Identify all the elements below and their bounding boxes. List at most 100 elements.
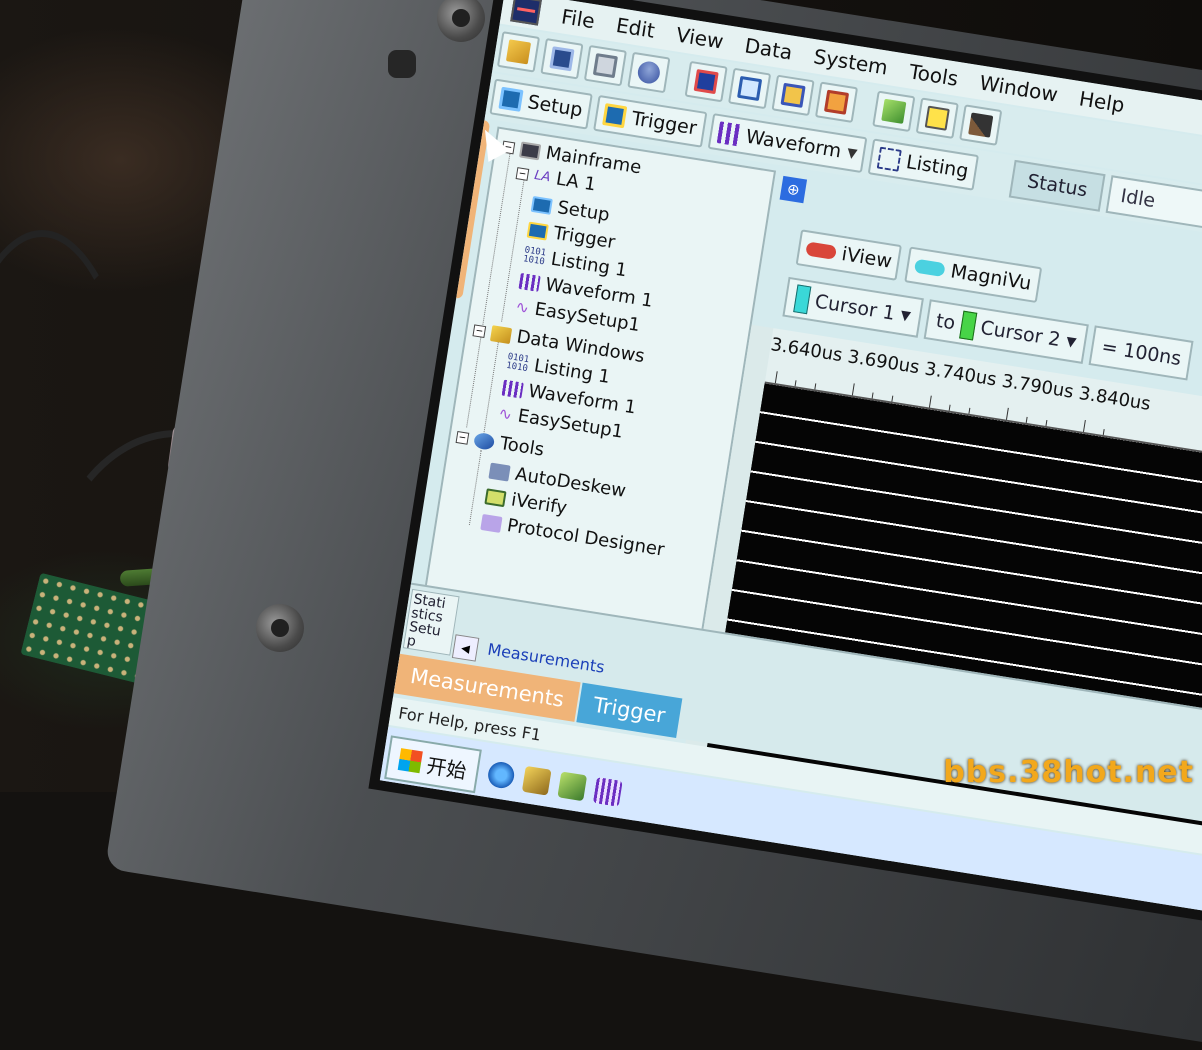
tree-label: Setup — [555, 197, 612, 226]
menu-file[interactable]: File — [560, 4, 597, 33]
setup-button-label: Setup — [526, 91, 585, 122]
magnivu-button[interactable]: MagniVu — [904, 246, 1042, 303]
menu-view[interactable]: View — [674, 23, 725, 54]
tools-icon — [473, 431, 496, 451]
iview-button[interactable]: iView — [795, 229, 903, 281]
iverify-icon — [484, 487, 507, 507]
new-window-icon — [737, 75, 763, 102]
collapse-icon[interactable]: − — [515, 166, 530, 181]
iview-icon — [805, 241, 838, 260]
tree-label: LA 1 — [554, 168, 598, 196]
tree-label: Protocol Designer — [505, 515, 666, 561]
easysetup-icon: ∿ — [497, 403, 514, 425]
run-button[interactable] — [872, 90, 916, 133]
menu-window[interactable]: Window — [978, 71, 1060, 107]
waveform-icon — [716, 121, 742, 147]
printer-icon — [592, 53, 618, 79]
waveform-button-label: Waveform — [744, 125, 843, 163]
chevron-down-icon[interactable]: ▼ — [846, 145, 858, 161]
chevron-down-icon: ▼ — [899, 307, 912, 324]
trigger-button-label: Trigger — [630, 107, 699, 140]
la-module-icon: LA — [533, 167, 552, 186]
tree-item-tools[interactable]: − Tools — [455, 426, 546, 461]
question-mark-icon — [924, 105, 950, 131]
screw-icon — [256, 604, 304, 652]
scroll-left-icon[interactable]: ◀ — [451, 634, 480, 662]
app-icon[interactable] — [510, 0, 542, 26]
overview-button[interactable] — [684, 60, 728, 103]
setup-icon — [498, 86, 524, 112]
bezel-hole — [388, 50, 416, 78]
listing-icon: 0101 1010 — [522, 244, 547, 267]
windows-logo-icon — [397, 748, 423, 774]
export-icon — [823, 89, 850, 115]
database-button[interactable] — [627, 51, 671, 94]
start-label: 开始 — [424, 752, 469, 783]
status-value: Idle — [1106, 175, 1202, 248]
watermark: bbs.38hot.net — [943, 755, 1194, 790]
trigger-icon — [526, 221, 549, 241]
show-desktop-icon[interactable] — [521, 765, 552, 796]
editor-icon[interactable] — [557, 771, 588, 802]
menu-tools[interactable]: Tools — [907, 59, 959, 90]
listing-button-label: Listing — [904, 151, 970, 183]
menu-help[interactable]: Help — [1077, 86, 1126, 117]
delta-time-readout: = 100ns — [1088, 325, 1194, 381]
collapse-icon[interactable]: − — [472, 323, 487, 338]
cursor1-marker-icon — [793, 284, 812, 315]
setup-button[interactable]: Setup — [489, 78, 594, 130]
menu-edit[interactable]: Edit — [615, 13, 657, 43]
menu-system[interactable]: System — [812, 44, 889, 79]
database-icon — [636, 59, 662, 86]
grid-icon — [693, 69, 719, 95]
listing-icon — [876, 146, 903, 172]
autodeskew-icon — [488, 462, 511, 482]
tree-label: iVerify — [509, 489, 569, 519]
delta-value: = 100ns — [1100, 335, 1183, 371]
lock-icon — [780, 82, 806, 108]
status-button[interactable]: Status — [1008, 159, 1107, 212]
mainframe-icon — [519, 140, 542, 160]
folder-open-icon — [505, 39, 532, 65]
menu-data[interactable]: Data — [743, 33, 794, 64]
floppy-disk-icon — [549, 46, 575, 72]
waveform-icon — [518, 272, 541, 292]
export-button[interactable] — [814, 81, 859, 123]
protocol-designer-icon — [480, 513, 503, 533]
help-button[interactable] — [915, 97, 959, 139]
chevron-down-icon: ▼ — [1065, 333, 1078, 351]
tree-label: Tools — [498, 432, 546, 461]
lock-button[interactable] — [771, 74, 815, 117]
magnivu-label: MagniVu — [949, 260, 1033, 295]
new-window-button[interactable] — [728, 67, 772, 110]
folder-icon — [489, 324, 513, 344]
to-label: to — [934, 309, 957, 335]
internet-explorer-icon[interactable] — [486, 760, 517, 790]
pin-icon[interactable]: ⊕ — [779, 175, 808, 204]
magnivu-icon — [914, 258, 947, 278]
print-button[interactable] — [583, 44, 627, 87]
tools-button[interactable] — [959, 104, 1003, 146]
tick-label: 3.640us — [769, 334, 844, 367]
tick-label: 3.690us — [846, 346, 921, 379]
iview-label: iView — [840, 243, 894, 273]
tick-label: 3.740us — [923, 358, 998, 391]
waveform-icon — [501, 379, 524, 399]
trigger-button[interactable]: Trigger — [593, 95, 708, 148]
listing-button[interactable]: Listing — [867, 138, 979, 191]
collapse-icon[interactable]: − — [455, 430, 470, 445]
tree-item-protocol-designer[interactable]: Protocol Designer — [480, 511, 666, 561]
listing-icon: 0101 1010 — [505, 351, 530, 374]
cursor2-marker-icon — [958, 310, 977, 341]
tick-label: 3.840us — [1077, 382, 1153, 415]
cursor2-select[interactable]: to Cursor 2 ▼ — [923, 299, 1090, 365]
open-button[interactable] — [496, 31, 541, 73]
save-button[interactable] — [540, 38, 584, 80]
setup-icon — [530, 195, 553, 215]
cursor2-label: Cursor 2 — [978, 316, 1063, 352]
cursor1-select[interactable]: Cursor 1 ▼ — [782, 276, 924, 338]
tick-label: 3.790us — [1000, 370, 1076, 403]
statistics-setup-tab[interactable]: Stati stics Setu p — [402, 588, 460, 656]
tree-label: Trigger — [551, 222, 617, 254]
pickaxe-icon — [968, 112, 994, 138]
